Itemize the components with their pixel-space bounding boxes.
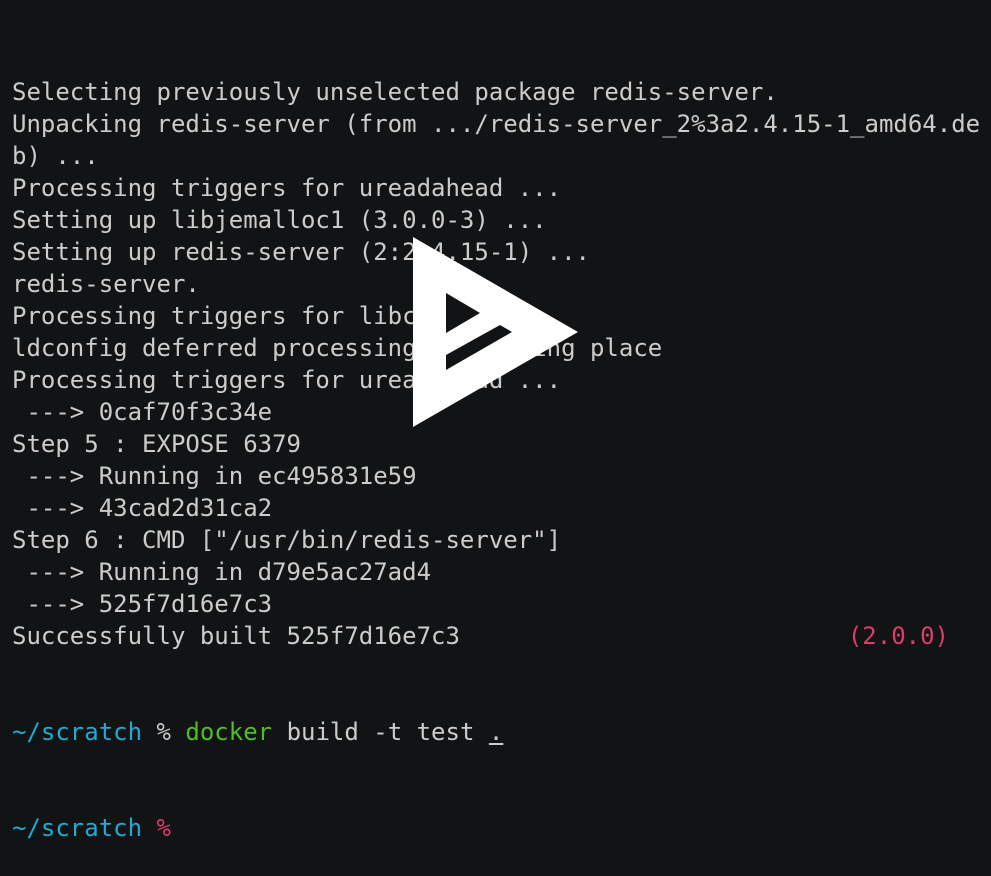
play-button[interactable]	[0, 0, 991, 664]
prompt-path: ~/scratch	[12, 718, 143, 746]
command-name: docker	[185, 718, 273, 746]
asciinema-play-icon[interactable]	[413, 237, 578, 427]
prompt-line: ~/scratch % docker build -t test .	[12, 716, 980, 748]
prompt-symbol: %	[156, 814, 171, 842]
prompt-symbol: %	[156, 718, 171, 746]
cursor: .	[488, 718, 504, 746]
command-args: build -t test	[286, 718, 475, 746]
prompt-line: ~/scratch %	[12, 812, 980, 844]
prompt-path: ~/scratch	[12, 814, 143, 842]
